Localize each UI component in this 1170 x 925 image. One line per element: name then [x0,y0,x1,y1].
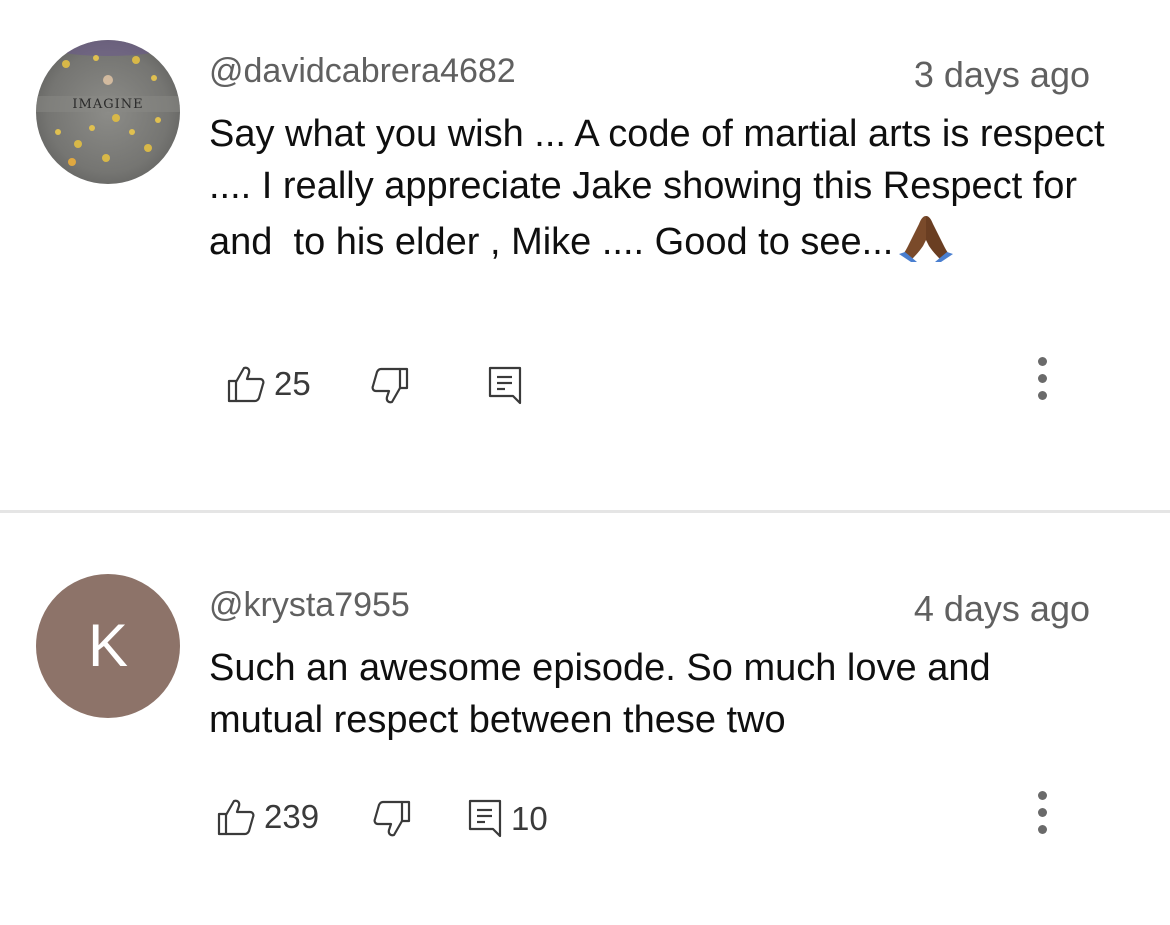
comment-body: Such an awesome episode. So much love an… [209,642,1109,746]
comment-timestamp: 4 days ago [913,588,1090,629]
comment-text: Say what you wish ... A code of martial … [209,113,1116,263]
avatar[interactable]: IMAGINE [36,40,180,184]
comment-icon [468,799,502,838]
avatar-image: IMAGINE [36,40,180,184]
like-button[interactable]: 25 [226,359,311,409]
dislike-button[interactable] [370,361,410,411]
comment-item: IMAGINE @davidcabrera4682 3 days ago Say… [0,0,1170,512]
thumbs-down-icon [371,367,409,404]
reply-button[interactable] [487,361,523,411]
more-options-button[interactable] [1028,357,1058,408]
reply-count: 10 [511,800,548,837]
thumbs-down-icon [373,800,411,837]
comment-item: K @krysta7955 4 days ago Such an awesome… [0,516,1170,925]
more-options-button[interactable] [1028,791,1058,842]
avatar[interactable]: K [36,574,180,718]
like-button[interactable]: 239 [216,792,319,842]
dislike-button[interactable] [372,794,412,844]
avatar-logo-text: IMAGINE [72,97,143,112]
reply-button[interactable]: 10 [467,794,548,844]
thumbs-up-icon [217,799,255,836]
comment-icon [488,366,522,405]
comment-text: Such an awesome episode. So much love an… [209,647,1002,741]
more-vertical-icon [1028,787,1058,847]
avatar-initial: K [87,612,129,679]
comment-body: Say what you wish ... A code of martial … [209,108,1109,276]
more-vertical-icon [1028,353,1058,413]
like-count: 25 [274,365,311,402]
comment-author[interactable]: @krysta7955 [209,586,410,625]
comment-author[interactable]: @davidcabrera4682 [209,52,516,91]
comment-divider [0,510,1170,513]
thumbs-up-icon [227,366,265,403]
folded-hands-emoji [897,212,955,276]
like-count: 239 [264,798,320,835]
comment-timestamp: 3 days ago [913,54,1090,95]
